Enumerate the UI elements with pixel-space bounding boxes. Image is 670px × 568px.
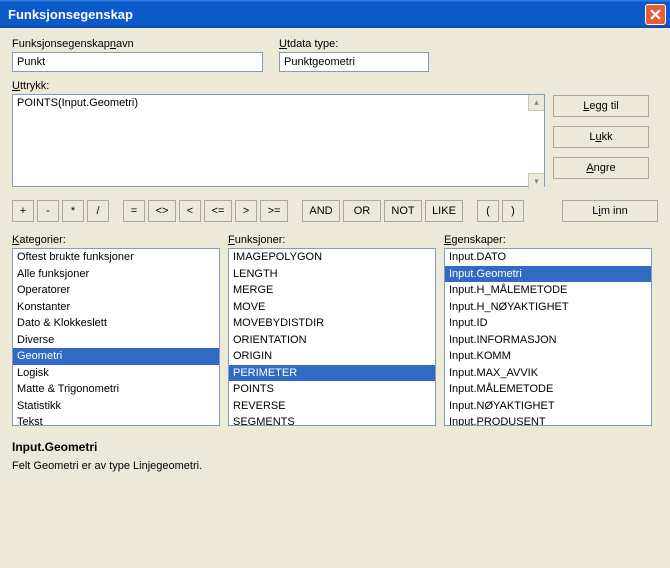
list-item[interactable]: MOVE <box>229 299 435 316</box>
op-and[interactable]: AND <box>302 200 340 222</box>
op-ge[interactable]: >= <box>260 200 288 222</box>
list-item[interactable]: Tekst <box>13 414 219 426</box>
list-item[interactable]: MERGE <box>229 282 435 299</box>
list-item[interactable]: Oftest brukte funksjoner <box>13 249 219 266</box>
list-item[interactable]: REVERSE <box>229 398 435 415</box>
list-item[interactable]: ORIGIN <box>229 348 435 365</box>
list-item[interactable]: Input.H_NØYAKTIGHET <box>445 299 651 316</box>
op-div[interactable]: / <box>87 200 109 222</box>
functions-list[interactable]: IMAGEPOLYGONLENGTHMERGEMOVEMOVEBYDISTDIR… <box>228 248 436 426</box>
op-like[interactable]: LIKE <box>425 200 463 222</box>
list-item[interactable]: Input.Geometri <box>445 266 651 283</box>
list-item[interactable]: Statistikk <box>13 398 219 415</box>
list-item[interactable]: Input.NØYAKTIGHET <box>445 398 651 415</box>
list-item[interactable]: SEGMENTS <box>229 414 435 426</box>
description-text: Felt Geometri er av type Linjegeometri. <box>12 460 658 472</box>
properties-list[interactable]: Input.DATOInput.GeometriInput.H_MÅLEMETO… <box>444 248 652 426</box>
list-item[interactable]: PERIMETER <box>229 365 435 382</box>
scroll-down-icon[interactable]: ▾ <box>528 173 544 189</box>
list-item[interactable]: Input.MÅLEMETODE <box>445 381 651 398</box>
op-plus[interactable]: + <box>12 200 34 222</box>
expr-label: Uttrykk: <box>12 80 49 92</box>
op-lparen[interactable]: ( <box>477 200 499 222</box>
list-item[interactable]: Operatorer <box>13 282 219 299</box>
add-button[interactable]: Legg til <box>553 95 649 117</box>
op-lt[interactable]: < <box>179 200 201 222</box>
scroll-up-icon[interactable]: ▴ <box>528 95 544 111</box>
close-button[interactable]: Lukk <box>553 126 649 148</box>
window-title: Funksjonsegenskap <box>8 7 133 22</box>
list-item[interactable]: POINTS <box>229 381 435 398</box>
categories-label: Kategorier: <box>12 234 220 246</box>
op-not[interactable]: NOT <box>384 200 422 222</box>
name-label: Funksjonsegenskapnavn <box>12 38 263 50</box>
list-item[interactable]: Input.DATO <box>445 249 651 266</box>
list-item[interactable]: Input.KOMM <box>445 348 651 365</box>
undo-button[interactable]: Angre <box>553 157 649 179</box>
list-item[interactable]: Matte & Trigonometri <box>13 381 219 398</box>
list-item[interactable]: Input.ID <box>445 315 651 332</box>
list-item[interactable]: Dato & Klokkeslett <box>13 315 219 332</box>
list-item[interactable]: IMAGEPOLYGON <box>229 249 435 266</box>
close-icon[interactable] <box>645 4 666 25</box>
list-item[interactable]: Geometri <box>13 348 219 365</box>
list-item[interactable]: ORIENTATION <box>229 332 435 349</box>
list-item[interactable]: Input.H_MÅLEMETODE <box>445 282 651 299</box>
list-item[interactable]: LENGTH <box>229 266 435 283</box>
op-le[interactable]: <= <box>204 200 232 222</box>
list-item[interactable]: Konstanter <box>13 299 219 316</box>
list-item[interactable]: Alle funksjoner <box>13 266 219 283</box>
list-item[interactable]: Input.MAX_AVVIK <box>445 365 651 382</box>
op-or[interactable]: OR <box>343 200 381 222</box>
op-rparen[interactable]: ) <box>502 200 524 222</box>
list-item[interactable]: Input.PRODUSENT <box>445 414 651 426</box>
op-ne[interactable]: <> <box>148 200 176 222</box>
op-minus[interactable]: - <box>37 200 59 222</box>
op-eq[interactable]: = <box>123 200 145 222</box>
paste-button[interactable]: Lim inn <box>562 200 658 222</box>
op-mul[interactable]: * <box>62 200 84 222</box>
name-input[interactable] <box>12 52 263 72</box>
expression-input[interactable]: POINTS(Input.Geometri) <box>12 94 545 187</box>
outtype-field <box>279 52 429 72</box>
op-gt[interactable]: > <box>235 200 257 222</box>
categories-list[interactable]: Oftest brukte funksjonerAlle funksjonerO… <box>12 248 220 426</box>
outtype-label: Utdata type: <box>279 38 429 50</box>
description-title: Input.Geometri <box>12 440 658 454</box>
list-item[interactable]: Input.INFORMASJON <box>445 332 651 349</box>
functions-label: Funksjoner: <box>228 234 436 246</box>
list-item[interactable]: Logisk <box>13 365 219 382</box>
list-item[interactable]: Diverse <box>13 332 219 349</box>
properties-label: Egenskaper: <box>444 234 652 246</box>
list-item[interactable]: MOVEBYDISTDIR <box>229 315 435 332</box>
